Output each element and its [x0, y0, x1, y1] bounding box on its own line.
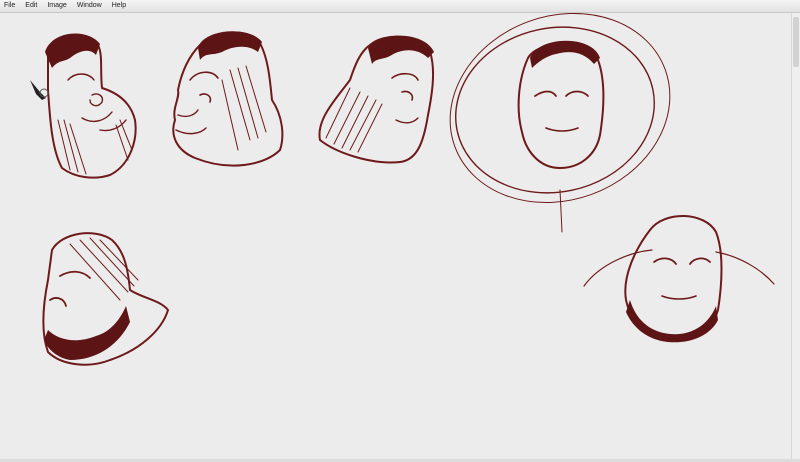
menu-help[interactable]: Help [107, 0, 131, 12]
menu-edit[interactable]: Edit [20, 0, 42, 12]
pen-cursor-icon [30, 80, 49, 100]
sketch-head-6 [583, 215, 775, 343]
sketch-layer [30, 13, 775, 366]
menu-bar: File Edit Image Window Help [0, 0, 800, 13]
drawing-canvas[interactable] [0, 13, 800, 462]
scrollbar-thumb[interactable] [793, 17, 799, 67]
vertical-scrollbar[interactable] [791, 13, 800, 462]
menu-file[interactable]: File [0, 0, 20, 12]
sketch-head-4 [449, 13, 671, 233]
sketch-head-5 [42, 232, 169, 366]
sketch-head-3 [318, 35, 435, 164]
sketch-head-1 [45, 33, 137, 179]
menu-image[interactable]: Image [42, 0, 71, 12]
menu-window[interactable]: Window [72, 0, 107, 12]
sketch-head-2 [172, 31, 284, 167]
